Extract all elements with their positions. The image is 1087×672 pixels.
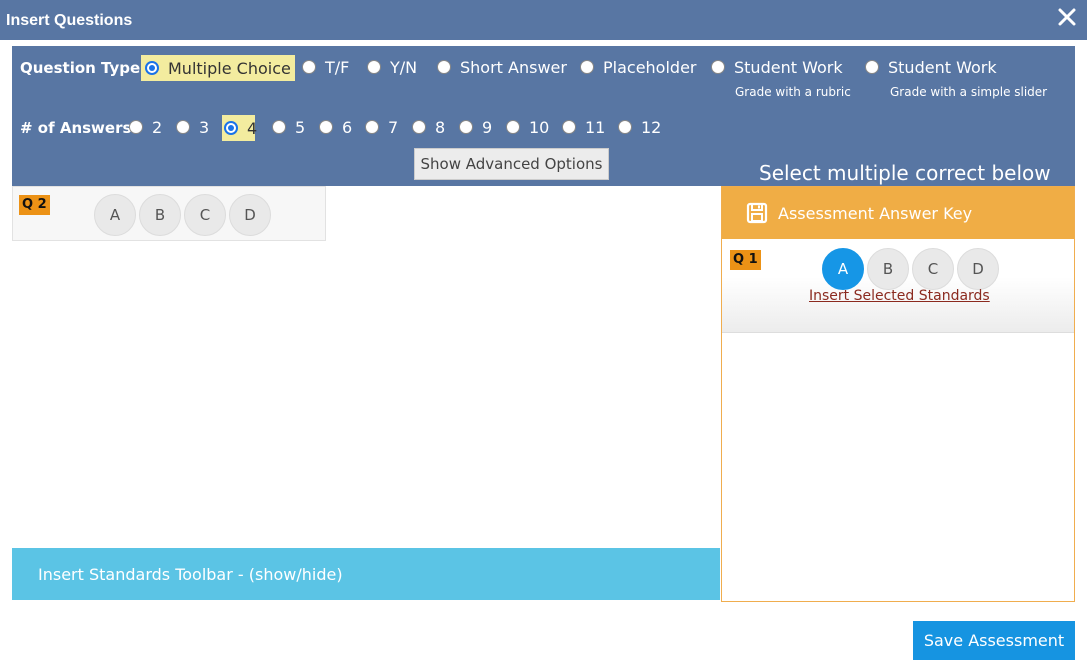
answer-key-question-card: Q 1 A B C D Insert Selected Standards	[722, 240, 1074, 333]
question-type-option-label: Y/N	[390, 57, 418, 77]
radio[interactable]	[176, 120, 190, 134]
num-answers-6[interactable]: 6	[319, 114, 352, 140]
num-answers-label: # of Answers:	[20, 119, 138, 137]
num-answers-11[interactable]: 11	[562, 114, 605, 140]
insert-selected-standards-link[interactable]: Insert Selected Standards	[809, 288, 990, 304]
save-assessment-button[interactable]: Save Assessment	[913, 621, 1075, 660]
num-answers-5[interactable]: 5	[272, 114, 305, 140]
radio-selected[interactable]	[224, 121, 238, 135]
num-answers-option-label: 7	[388, 117, 399, 137]
answer-key-choice-c[interactable]: C	[912, 248, 954, 290]
radio[interactable]	[365, 120, 379, 134]
num-answers-12[interactable]: 12	[618, 114, 661, 140]
radio[interactable]	[618, 120, 632, 134]
radio[interactable]	[459, 120, 473, 134]
answer-key-choice-b[interactable]: B	[867, 248, 909, 290]
num-answers-8[interactable]: 8	[412, 114, 445, 140]
num-answers-option-label: 5	[295, 117, 306, 137]
insert-standards-toolbar-toggle[interactable]: Insert Standards Toolbar - (show/hide)	[12, 548, 720, 600]
radio[interactable]	[580, 60, 594, 74]
radio[interactable]	[711, 60, 725, 74]
question-number-tag: Q 2	[19, 195, 50, 215]
radio[interactable]	[302, 60, 316, 74]
assessment-answer-key-panel: Assessment Answer Key Q 1 A B C D Insert…	[721, 186, 1075, 602]
question-type-short-answer[interactable]: Short Answer	[437, 54, 567, 80]
dialog-titlebar: Insert Questions	[0, 0, 1087, 40]
num-answers-option-label: 9	[482, 117, 493, 137]
num-answers-option-label: 12	[641, 117, 662, 137]
select-multiple-hint: Select multiple correct below	[759, 161, 1051, 185]
num-answers-option-label: 3	[199, 117, 210, 137]
question-type-option-label: Short Answer	[460, 57, 567, 77]
answer-choice-c[interactable]: C	[184, 194, 226, 236]
question-type-label: Question Type:	[20, 59, 147, 77]
question-type-yn[interactable]: Y/N	[367, 54, 417, 80]
radio[interactable]	[319, 120, 333, 134]
question-type-student-work-rubric[interactable]: Student Work	[711, 54, 843, 80]
radio[interactable]	[506, 120, 520, 134]
radio[interactable]	[865, 60, 879, 74]
show-advanced-options-button[interactable]: Show Advanced Options	[414, 148, 609, 180]
radio[interactable]	[437, 60, 451, 74]
answer-choice-d[interactable]: D	[229, 194, 271, 236]
radio[interactable]	[562, 120, 576, 134]
num-answers-option-label: 4	[247, 118, 258, 138]
num-answers-3[interactable]: 3	[176, 114, 209, 140]
answer-key-choice-d[interactable]: D	[957, 248, 999, 290]
question-type-option-label: Multiple Choice	[168, 58, 291, 78]
radio-selected[interactable]	[145, 61, 159, 75]
radio[interactable]	[367, 60, 381, 74]
answer-key-choice-a-selected[interactable]: A	[822, 248, 864, 290]
answer-key-title: Assessment Answer Key	[778, 203, 973, 223]
question-type-student-work-slider[interactable]: Student Work	[865, 54, 997, 80]
answer-choice-a[interactable]: A	[94, 194, 136, 236]
num-answers-option-label: 11	[585, 117, 606, 137]
question-type-tf[interactable]: T/F	[302, 54, 349, 80]
question-type-option-label: Student Work	[888, 57, 997, 77]
num-answers-option-label: 8	[435, 117, 446, 137]
num-answers-7[interactable]: 7	[365, 114, 398, 140]
radio[interactable]	[129, 120, 143, 134]
radio[interactable]	[272, 120, 286, 134]
student-work-slider-sublabel: Grade with a simple slider	[890, 85, 1048, 99]
dialog-title: Insert Questions	[6, 12, 133, 29]
floppy-disk-icon	[746, 202, 768, 224]
num-answers-10[interactable]: 10	[506, 114, 549, 140]
student-work-rubric-sublabel: Grade with a rubric	[735, 85, 851, 99]
num-answers-option-label: 6	[342, 117, 353, 137]
question-type-option-label: Student Work	[734, 57, 843, 77]
close-icon[interactable]	[1056, 6, 1078, 28]
num-answers-option-label: 2	[152, 117, 163, 137]
question-type-multiple-choice[interactable]: Multiple Choice	[141, 55, 295, 81]
question-type-option-label: Placeholder	[603, 57, 697, 77]
question-number-tag: Q 1	[730, 250, 761, 270]
num-answers-option-label: 10	[529, 117, 550, 137]
question-type-placeholder[interactable]: Placeholder	[580, 54, 697, 80]
num-answers-4[interactable]: 4	[222, 115, 258, 141]
radio[interactable]	[412, 120, 426, 134]
num-answers-9[interactable]: 9	[459, 114, 492, 140]
answer-key-header: Assessment Answer Key	[722, 187, 1074, 239]
question-type-option-label: T/F	[325, 57, 350, 77]
answer-choice-b[interactable]: B	[139, 194, 181, 236]
question-card: Q 2 A B C D	[12, 186, 326, 241]
num-answers-2[interactable]: 2	[129, 114, 162, 140]
